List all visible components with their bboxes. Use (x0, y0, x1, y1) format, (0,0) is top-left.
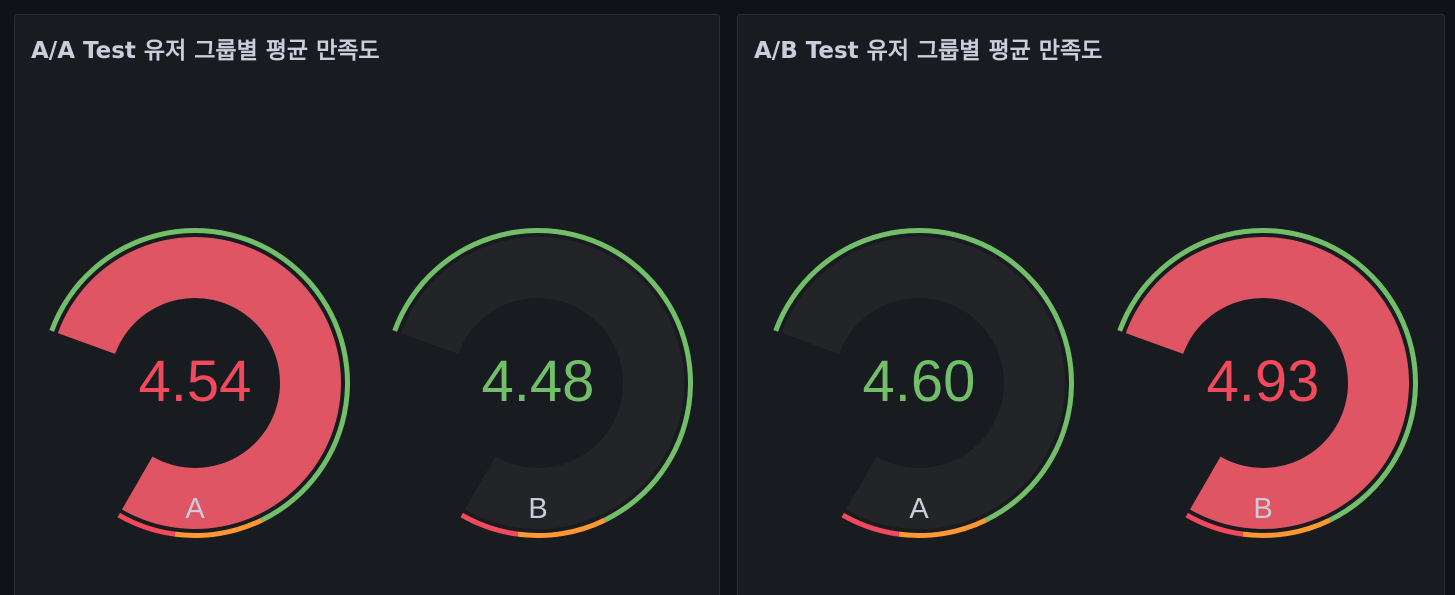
gauge-label-b: B (528, 493, 548, 525)
panel-ab-test: A/B Test 유저 그룹별 평균 만족도 4.60 4.93 A B (737, 14, 1445, 595)
gauge-label-a: A (185, 493, 205, 525)
gauge-value-text: 4.48 (482, 349, 595, 414)
gauge-aa-b: 4.48 (392, 228, 693, 538)
gauge-label-b: B (1253, 493, 1273, 525)
gauge-value-text: 4.93 (1207, 349, 1320, 414)
gauge-label-a: A (909, 493, 929, 525)
gauge-ab-b: 4.93 (1117, 228, 1418, 538)
panel-aa-test: A/A Test 유저 그룹별 평균 만족도 4.54 4.48 A B (14, 14, 720, 595)
